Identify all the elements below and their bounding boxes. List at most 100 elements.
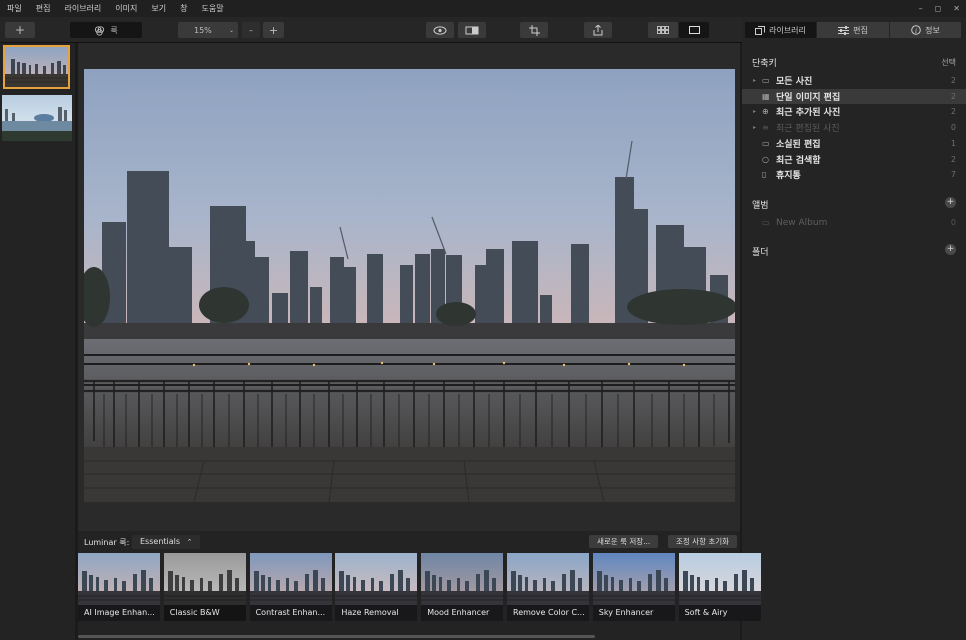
filmstrip-thumbnail[interactable]: [2, 95, 72, 141]
close-icon[interactable]: ✕: [953, 4, 960, 13]
shortcut-label: 최근 편집된 사진: [776, 124, 840, 135]
info-icon: i: [911, 25, 921, 35]
looks-panel: Luminar 룩: Essentials ⌃ 새로운 룩 저장... 조정 사…: [78, 531, 761, 640]
select-link[interactable]: 선택: [941, 57, 956, 68]
look-preset[interactable]: Remove Color C...: [507, 553, 589, 621]
maximize-icon[interactable]: ◻: [935, 4, 942, 13]
new-album-count: 0: [950, 218, 956, 227]
export-button[interactable]: [584, 22, 612, 38]
tab-info-label: 정보: [925, 25, 940, 35]
look-preset-label: Haze Removal: [335, 605, 418, 621]
shortcut-count: 2: [950, 154, 956, 164]
share-icon: [593, 24, 603, 35]
zoom-select[interactable]: 15% ⌄: [178, 22, 238, 38]
looks-collection-value: Essentials: [140, 537, 181, 546]
shortcut-label: 모든 사진: [776, 77, 813, 87]
main-photo[interactable]: [84, 69, 735, 502]
shortcut-item[interactable]: ○ 최근 검색함 2: [742, 152, 966, 167]
shortcut-count: 1: [950, 138, 956, 148]
look-preset-label: Mood Enhancer: [421, 605, 504, 621]
look-preset-label: Remove Color C...: [507, 605, 589, 621]
look-preset[interactable]: Soft & Airy: [678, 553, 761, 621]
missing-icon: ▭: [762, 138, 770, 148]
look-preset-label: Classic B&W: [163, 605, 246, 621]
library-icon: [755, 25, 766, 35]
gallery-view-button[interactable]: [648, 22, 678, 38]
shortcut-item[interactable]: ▸ ▭ 모든 사진 2: [742, 73, 966, 88]
menu-item[interactable]: 창: [173, 3, 194, 14]
add-circle-icon: ⊕: [762, 107, 769, 117]
zoom-in-button[interactable]: +: [263, 22, 284, 38]
looks-button[interactable]: 룩: [70, 22, 142, 38]
sliders-icon: [838, 25, 850, 35]
right-panel: 라이브러리 편집 i 정보 단축키 선택 ▸ ▭ 모든 사진 2 ▦ 단일 이미지 편집 2…: [742, 17, 966, 640]
filmstrip-thumbnail[interactable]: [3, 45, 70, 89]
shortcut-item[interactable]: ▸ ⊕ 최근 추가된 사진 2: [742, 104, 966, 119]
zoom-out-button[interactable]: –: [242, 22, 260, 38]
search-icon: ○: [762, 154, 769, 164]
album-icon: ▭: [762, 218, 770, 227]
looks-collection-select[interactable]: Essentials ⌃: [132, 535, 201, 549]
shortcut-label: 최근 추가된 사진: [776, 108, 841, 119]
shortcut-label: 소실된 편집: [776, 139, 821, 150]
looks-icon: [95, 25, 105, 36]
tab-info[interactable]: i 정보: [890, 22, 961, 38]
shortcut-item[interactable]: ▦ 단일 이미지 편집 2: [742, 88, 966, 104]
sliders-icon: ≡: [762, 123, 769, 133]
tab-edit-label: 편집: [853, 25, 868, 35]
chevron-down-icon: ⌄: [228, 26, 234, 34]
add-folder-icon[interactable]: +: [945, 244, 956, 255]
look-preset-label: Sky Enhancer: [592, 605, 675, 621]
new-album-row[interactable]: ▭ New Album 0: [742, 215, 966, 230]
single-view-button[interactable]: [679, 22, 709, 38]
look-preset[interactable]: Classic B&W: [163, 553, 246, 621]
look-preset[interactable]: AI Image Enhan...: [78, 553, 160, 621]
shortcut-item[interactable]: ▯ 휴지통 7: [742, 167, 966, 182]
crop-button[interactable]: [520, 22, 548, 38]
minimize-icon[interactable]: –: [919, 4, 923, 13]
compare-button[interactable]: [458, 22, 486, 38]
shortcut-count: 2: [950, 107, 956, 117]
tab-library[interactable]: 라이브러리: [745, 22, 816, 38]
menu-bar: 파일 편집 라이브러리 이미지 보기 창 도움말: [0, 0, 966, 17]
look-preset-label: AI Image Enhan...: [78, 605, 160, 621]
compare-icon: [465, 26, 479, 34]
svg-text:i: i: [915, 27, 917, 35]
add-photos-button[interactable]: +: [5, 22, 35, 38]
look-preset[interactable]: Sky Enhancer: [592, 553, 675, 621]
grid-icon: [657, 26, 669, 34]
expand-arrow-icon[interactable]: ▸: [753, 108, 756, 115]
menu-item[interactable]: 편집: [29, 3, 58, 14]
looks-button-label: 룩: [110, 25, 118, 35]
look-preset[interactable]: Haze Removal: [335, 553, 418, 621]
look-preset[interactable]: Mood Enhancer: [421, 553, 504, 621]
expand-arrow-icon[interactable]: ▸: [753, 77, 756, 84]
menu-item[interactable]: 이미지: [108, 3, 144, 14]
shortcut-item[interactable]: ▭ 소실된 편집 1: [742, 136, 966, 151]
expand-arrow-icon[interactable]: ▸: [753, 124, 756, 131]
photos-icon: ▭: [762, 76, 770, 85]
add-album-icon[interactable]: +: [945, 197, 956, 208]
look-preset[interactable]: Contrast Enhan...: [249, 553, 332, 621]
new-album-label: New Album: [776, 217, 828, 228]
eye-icon: [433, 25, 447, 35]
shortcut-count: 2: [950, 91, 956, 101]
shortcut-label: 단일 이미지 편집: [776, 92, 841, 103]
menu-item[interactable]: 도움말: [194, 3, 230, 14]
preview-button[interactable]: [426, 22, 454, 38]
single-image-icon: [688, 26, 700, 34]
menu-item[interactable]: 파일: [0, 3, 29, 14]
save-look-button[interactable]: 새로운 룩 저장...: [589, 535, 659, 548]
shortcut-count: 2: [950, 76, 956, 85]
look-preset-label: Contrast Enhan...: [249, 605, 332, 621]
tab-edit[interactable]: 편집: [817, 22, 889, 38]
chevron-up-icon: ⌃: [186, 538, 193, 546]
albums-heading: 앨범: [752, 201, 769, 211]
looks-scrollbar[interactable]: [78, 635, 595, 638]
shortcut-item[interactable]: ▸ ≡ 최근 편집된 사진 0: [742, 120, 966, 135]
reset-adjustments-button[interactable]: 조정 사항 초기화: [668, 535, 738, 548]
folders-heading: 폴더: [752, 248, 769, 258]
menu-item[interactable]: 보기: [144, 3, 173, 14]
menu-item[interactable]: 라이브러리: [57, 3, 108, 14]
zoom-value: 15%: [194, 25, 212, 35]
